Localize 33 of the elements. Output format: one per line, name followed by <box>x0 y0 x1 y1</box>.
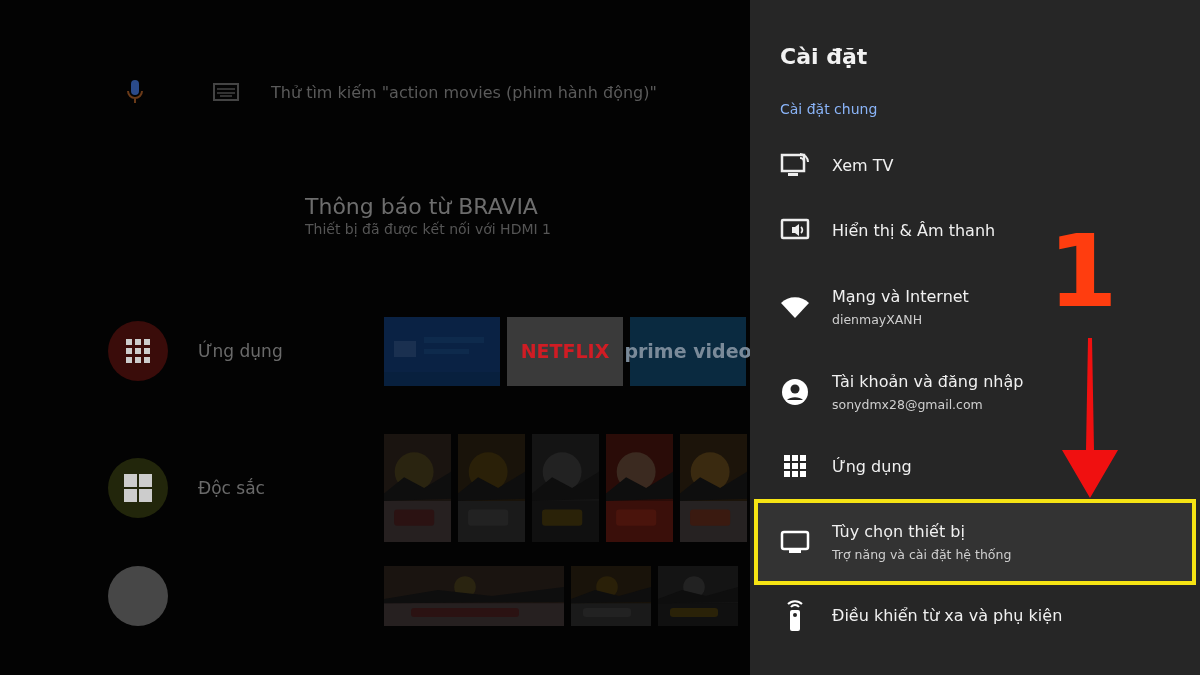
section-heading: Cài đặt chung <box>780 101 879 117</box>
search-hint: Thử tìm kiếm "action movies (phim hành động)" <box>271 82 657 102</box>
settings-title: Cài đặt <box>780 44 869 69</box>
settings-item[interactable]: Xem TV <box>754 133 906 197</box>
tv-input-icon <box>780 152 810 178</box>
item-label: Ứng dụng <box>832 456 912 476</box>
remote-icon <box>785 598 805 632</box>
settings-item[interactable]: Điều khiển từ xa và phụ kiện <box>754 585 1075 645</box>
settings-item[interactable]: Hiển thị & Âm thanh <box>754 197 1008 263</box>
notification-title: Thông báo từ BRAVIA <box>305 194 539 219</box>
wifi-icon <box>780 295 810 319</box>
row-label: Ứng dụng <box>198 341 284 362</box>
item-detail: Trợ năng và cài đặt hệ thống <box>832 547 1012 562</box>
account-icon <box>781 378 809 406</box>
notification-message: Thiết bị đã được kết nối với HDMI 1 <box>305 221 552 237</box>
item-label: Mạng và Internet <box>832 287 969 306</box>
step-number: 1 <box>1048 222 1118 322</box>
apps-grid-icon <box>784 455 806 477</box>
microphone-icon <box>125 78 145 106</box>
settings-item[interactable]: Ứng dụng <box>754 433 924 499</box>
item-label: Tùy chọn thiết bị <box>832 522 966 541</box>
settings-item[interactable]: Mạng và Internet dienmayXANH <box>754 263 981 351</box>
item-label: Điều khiển từ xa và phụ kiện <box>832 605 1063 625</box>
item-label: Hiển thị & Âm thanh <box>832 220 996 240</box>
item-label: Xem TV <box>832 155 894 175</box>
settings-item[interactable]: Tùy chọn thiết bị Trợ năng và cài đặt hệ thống <box>754 499 1196 585</box>
item-detail: dienmayXANH <box>832 312 924 327</box>
row-label: Độc sắc <box>198 477 266 498</box>
monitor-icon <box>780 529 810 555</box>
keyboard-icon <box>213 82 239 102</box>
item-label: Tài khoản và đăng nhập <box>832 372 1024 391</box>
settings-item[interactable]: Tài khoản và đăng nhập sonydmx28@gmail.com <box>754 351 1036 433</box>
item-detail: sonydmx28@gmail.com <box>832 397 984 412</box>
